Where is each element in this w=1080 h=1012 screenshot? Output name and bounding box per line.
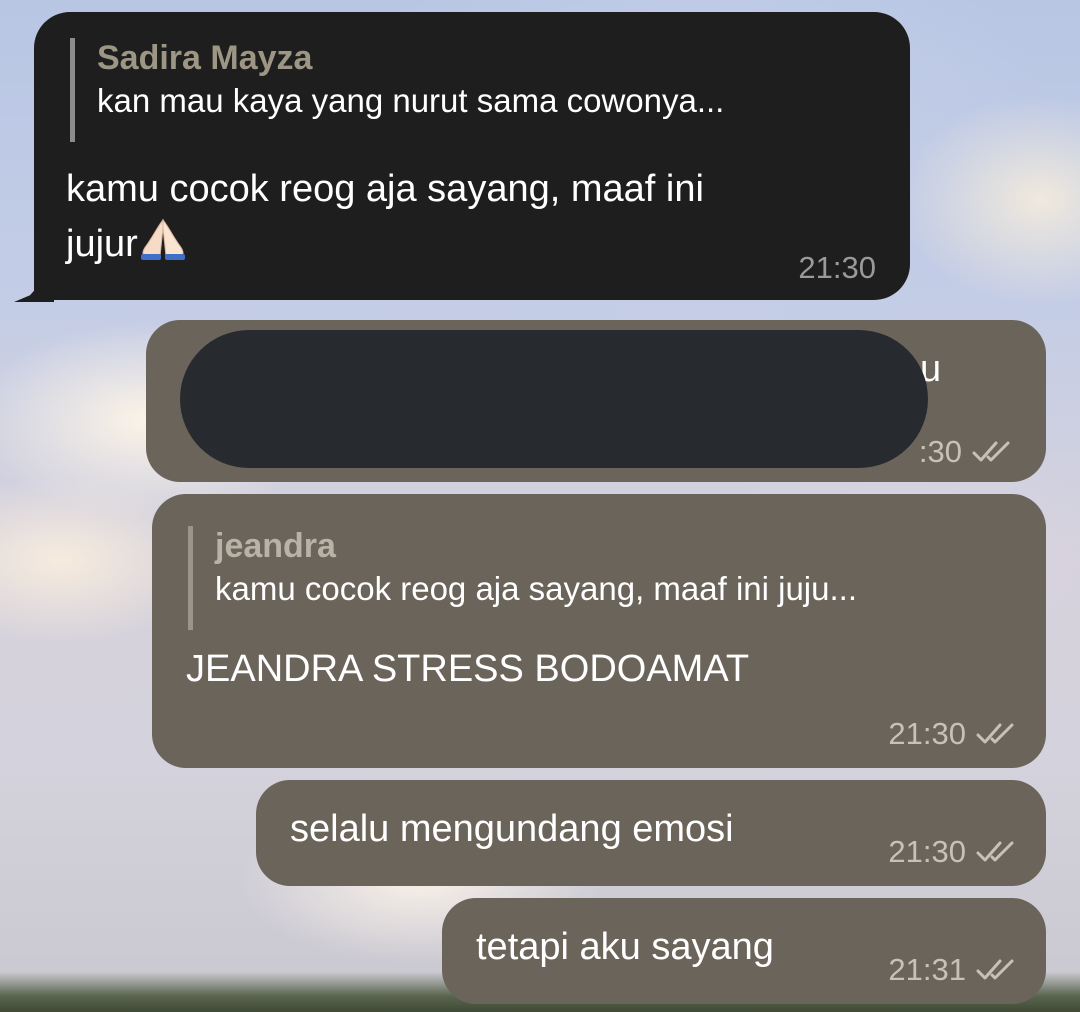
reply-sender: jeandra bbox=[215, 527, 336, 565]
message-time: 21:30 bbox=[888, 716, 1022, 752]
message-text: tetapi aku sayang bbox=[476, 926, 774, 968]
message-bubble-incoming[interactable]: Sadira Mayza kan mau kaya yang nurut sam… bbox=[34, 12, 910, 300]
timestamp: 21:30 bbox=[888, 716, 966, 751]
reply-text: kamu cocok reog aja sayang, maaf ini juj… bbox=[215, 570, 858, 607]
message-text-fragment: jujur bbox=[66, 223, 138, 265]
timestamp: 21:30 bbox=[888, 834, 966, 869]
reply-quote[interactable]: jeandra kamu cocok reog aja sayang, maaf… bbox=[188, 526, 857, 630]
folded-hands-icon bbox=[140, 218, 185, 260]
reply-text: kan mau kaya yang nurut sama cowonya... bbox=[97, 82, 725, 119]
message-text: JEANDRA STRESS BODOAMAT bbox=[186, 648, 750, 690]
timestamp: 21:30 bbox=[798, 250, 876, 285]
double-check-icon bbox=[972, 441, 1010, 462]
message-text: kamu cocok reog aja sayang, maaf ini juj… bbox=[66, 162, 704, 271]
message-bubble-outgoing[interactable]: jeandra kamu cocok reog aja sayang, maaf… bbox=[152, 494, 1046, 768]
message-bubble-outgoing[interactable]: tetapi aku sayang 21:31 bbox=[442, 898, 1046, 1004]
timestamp-fragment: :30 bbox=[918, 434, 962, 469]
message-text: selalu mengundang emosi bbox=[290, 808, 734, 850]
message-time: 21:30 bbox=[798, 250, 876, 286]
message-time: 21:30 bbox=[888, 834, 1022, 870]
message-text-line: kamu cocok reog aja sayang, maaf ini bbox=[66, 168, 704, 210]
double-check-icon bbox=[976, 959, 1014, 980]
reply-quote[interactable]: Sadira Mayza kan mau kaya yang nurut sam… bbox=[70, 38, 724, 142]
redaction-block bbox=[180, 330, 928, 468]
message-time: 21:31 bbox=[888, 952, 1022, 988]
reply-sender: Sadira Mayza bbox=[97, 39, 313, 77]
double-check-icon bbox=[976, 723, 1014, 744]
message-bubble-outgoing[interactable]: selalu mengundang emosi 21:30 bbox=[256, 780, 1046, 886]
double-check-icon bbox=[976, 841, 1014, 862]
message-text-line: jujur bbox=[66, 216, 704, 271]
message-time: :30 bbox=[919, 434, 1018, 470]
timestamp: 21:31 bbox=[888, 952, 966, 987]
